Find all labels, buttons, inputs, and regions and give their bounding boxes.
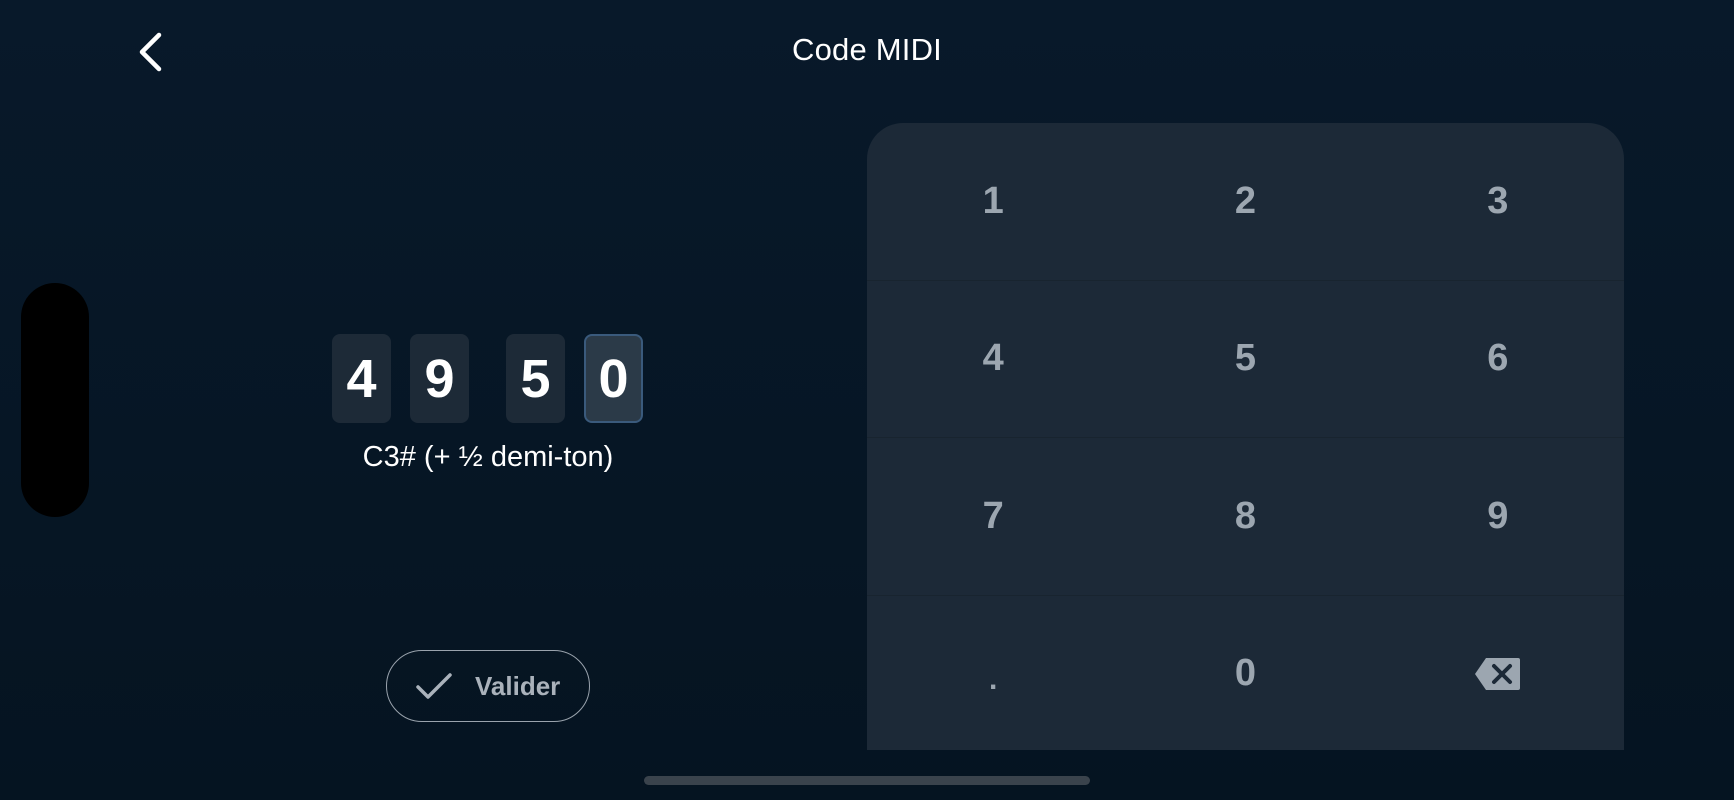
key-backspace[interactable] — [1372, 596, 1624, 751]
digit-box-3[interactable]: 5 — [506, 334, 565, 423]
page-title: Code MIDI — [792, 32, 942, 67]
midi-code-screen: Code MIDI 4 9 5 0 C3# (+ ½ demi-ton) Val… — [0, 0, 1734, 800]
backspace-icon — [1474, 657, 1520, 690]
keypad-row: 1 2 3 — [867, 123, 1624, 280]
note-label: C3# (+ ½ demi-ton) — [362, 441, 614, 473]
key-4[interactable]: 4 — [867, 281, 1119, 438]
key-2[interactable]: 2 — [1119, 123, 1371, 280]
key-3[interactable]: 3 — [1372, 123, 1624, 280]
home-indicator[interactable] — [644, 776, 1090, 785]
decimal-point-label: . — [988, 662, 998, 696]
key-8[interactable]: 8 — [1119, 438, 1371, 595]
key-1[interactable]: 1 — [867, 123, 1119, 280]
check-icon — [416, 673, 452, 699]
camera-cutout — [21, 283, 89, 517]
validate-label: Valider — [475, 670, 561, 701]
key-5[interactable]: 5 — [1119, 281, 1371, 438]
keypad-row: . 0 — [867, 594, 1624, 751]
keypad-row: 7 8 9 — [867, 437, 1624, 595]
digit-box-4-active[interactable]: 0 — [584, 334, 643, 423]
key-9[interactable]: 9 — [1372, 438, 1624, 595]
key-0[interactable]: 0 — [1119, 596, 1371, 751]
numeric-keypad: 1 2 3 4 5 6 7 8 9 . 0 — [867, 123, 1624, 750]
key-6[interactable]: 6 — [1372, 281, 1624, 438]
digit-box-2[interactable]: 9 — [410, 334, 469, 423]
midi-code-digits: 4 9 5 0 — [332, 334, 643, 423]
key-decimal-point[interactable]: . — [867, 596, 1119, 751]
key-7[interactable]: 7 — [867, 438, 1119, 595]
digit-box-1[interactable]: 4 — [332, 334, 391, 423]
keypad-row: 4 5 6 — [867, 279, 1624, 438]
validate-button[interactable]: Valider — [386, 650, 590, 722]
